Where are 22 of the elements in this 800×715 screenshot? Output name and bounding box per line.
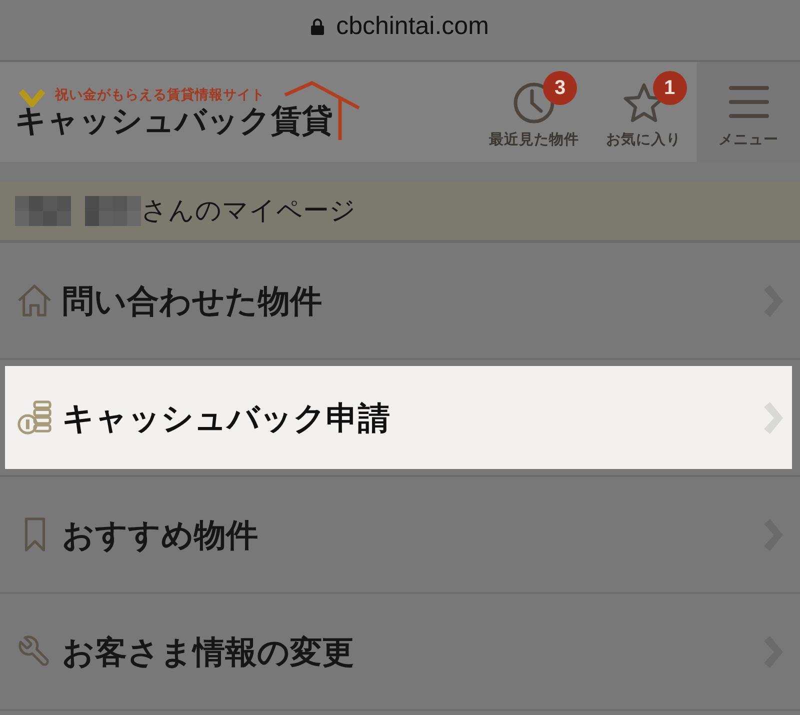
pixelated-name-placeholder: [15, 196, 71, 226]
pixelated-name-placeholder: [85, 196, 141, 226]
menu-icon: [728, 86, 768, 118]
chevron-icon: [763, 402, 783, 434]
logo-tagline: 祝い金がもらえる賃貸情報サイト: [55, 87, 265, 103]
mypage-title: さんのマイページ: [141, 195, 356, 227]
count-badge: 1: [652, 71, 686, 105]
bookmark-icon: [23, 517, 47, 552]
menu-button[interactable]: メニュー: [697, 62, 800, 162]
menu-item[interactable]: 問い合わせた物件: [5, 249, 792, 352]
url-text[interactable]: cbchintai.com: [336, 11, 489, 41]
menu-item[interactable]: お客さま情報の変更: [5, 600, 792, 703]
clock-icon: [513, 82, 555, 124]
logo-v-mark-icon: [18, 89, 46, 107]
count-badge: 3: [543, 71, 577, 105]
wrench-icon: [17, 634, 52, 669]
house-icon: [17, 283, 52, 318]
menu-item[interactable]: おすすめ物件: [5, 483, 792, 586]
lock-icon: [311, 18, 324, 34]
coins-icon: [17, 400, 52, 435]
logo-wordmark[interactable]: キャッシュバック賃貸: [15, 103, 333, 139]
menu-item[interactable]: キャッシュバック申請: [5, 366, 792, 469]
